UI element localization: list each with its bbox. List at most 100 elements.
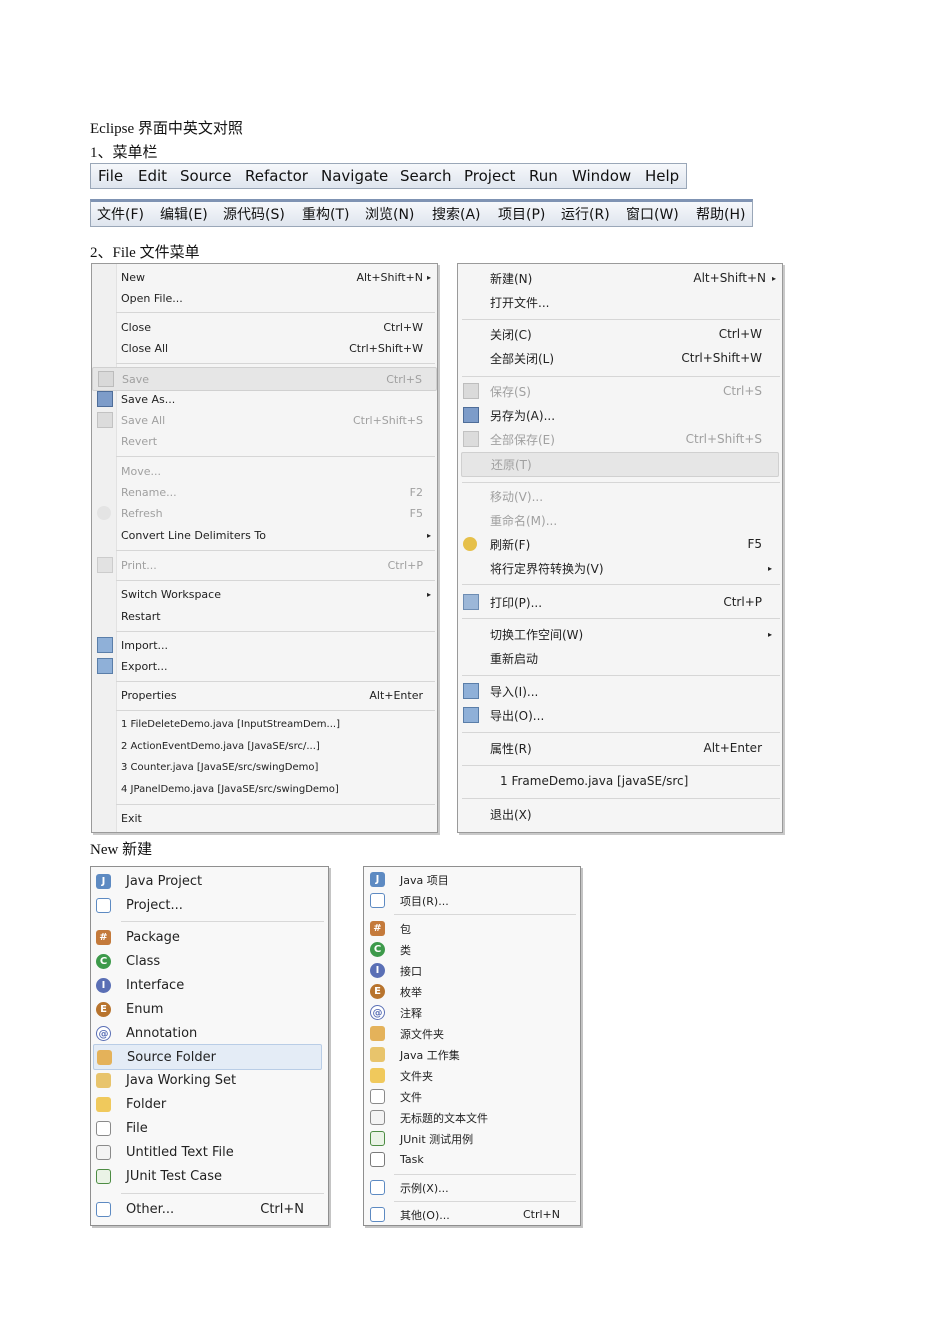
file-recent-1-item-cn[interactable]: 1 FrameDemo.java [javaSE/src]	[458, 769, 782, 793]
file-print-item[interactable]: Print... Ctrl+P	[92, 554, 437, 576]
new-other-item[interactable]: Other... Ctrl+N	[91, 1197, 328, 1221]
junit-icon	[370, 1131, 385, 1146]
file-move-item[interactable]: Move...	[92, 460, 437, 482]
new-project-item-cn[interactable]: 项目(R)...	[364, 890, 580, 911]
menu-file[interactable]: File	[98, 167, 123, 185]
submenu-arrow-icon: ▸	[771, 273, 776, 283]
new-untitled-text-file-item[interactable]: Untitled Text File	[91, 1140, 328, 1164]
file-recent-3-item[interactable]: 3 Counter.java [JavaSE/src/swingDemo]	[92, 756, 437, 778]
new-java-project-item-cn[interactable]: J Java 项目	[364, 869, 580, 890]
file-open-file-item-cn[interactable]: 打开文件...	[458, 290, 782, 314]
file-save-all-item[interactable]: Save All Ctrl+Shift+S	[92, 409, 437, 431]
menu-source[interactable]: Source	[180, 167, 232, 185]
new-file-item-cn[interactable]: 文件	[364, 1086, 580, 1107]
new-enum-item-cn[interactable]: E 枚举	[364, 981, 580, 1002]
file-properties-item-cn[interactable]: 属性(R) Alt+Enter	[458, 736, 782, 760]
menu-search-cn[interactable]: 搜索(A)	[432, 204, 481, 224]
menu-navigate-cn[interactable]: 浏览(N)	[365, 204, 414, 224]
menu-edit-cn[interactable]: 编辑(E)	[160, 204, 208, 224]
file-close-all-item[interactable]: Close All Ctrl+Shift+W	[92, 337, 437, 359]
menu-help-cn[interactable]: 帮助(H)	[696, 204, 745, 224]
file-switch-workspace-item[interactable]: Switch Workspace ▸	[92, 583, 437, 605]
file-save-all-item-cn[interactable]: 全部保存(E) Ctrl+Shift+S	[458, 427, 782, 451]
file-import-item-cn[interactable]: 导入(I)...	[458, 679, 782, 703]
file-print-item-cn[interactable]: 打印(P)... Ctrl+P	[458, 590, 782, 614]
folder-icon	[370, 1068, 385, 1083]
menu-help[interactable]: Help	[645, 167, 679, 185]
file-open-file-item[interactable]: Open File...	[92, 287, 437, 309]
menu-run[interactable]: Run	[529, 167, 558, 185]
new-java-working-set-item[interactable]: Java Working Set	[91, 1068, 328, 1092]
new-task-item-cn[interactable]: Task	[364, 1149, 580, 1170]
menu-navigate[interactable]: Navigate	[321, 167, 388, 185]
new-folder-item-cn[interactable]: 文件夹	[364, 1065, 580, 1086]
file-export-item-cn[interactable]: 导出(O)...	[458, 703, 782, 727]
file-convert-line-delimiters-item[interactable]: Convert Line Delimiters To ▸	[92, 524, 437, 546]
file-rename-item-cn[interactable]: 重命名(M)...	[458, 508, 782, 532]
new-annotation-item-cn[interactable]: @ 注释	[364, 1002, 580, 1023]
file-move-item-cn[interactable]: 移动(V)...	[458, 484, 782, 508]
file-restart-item-cn[interactable]: 重新启动	[458, 646, 782, 670]
new-source-folder-item-cn[interactable]: 源文件夹	[364, 1023, 580, 1044]
file-close-item[interactable]: Close Ctrl+W	[92, 316, 437, 338]
menu-search[interactable]: Search	[400, 167, 452, 185]
new-java-working-set-item-cn[interactable]: Java 工作集	[364, 1044, 580, 1065]
file-export-item[interactable]: Export...	[92, 655, 437, 677]
file-close-item-cn[interactable]: 关闭(C) Ctrl+W	[458, 322, 782, 346]
file-recent-2-item[interactable]: 2 ActionEventDemo.java [JavaSE/src/...]	[92, 735, 437, 757]
file-revert-item[interactable]: Revert	[92, 430, 437, 452]
text-file-icon	[96, 1144, 111, 1160]
submenu-arrow-icon: ▸	[767, 629, 772, 639]
new-source-folder-item[interactable]: Source Folder	[93, 1044, 322, 1070]
file-refresh-item-cn[interactable]: 刷新(F) F5	[458, 532, 782, 556]
file-revert-item-cn[interactable]: 还原(T)	[461, 452, 779, 477]
file-save-as-item[interactable]: Save As...	[92, 388, 437, 410]
file-exit-item[interactable]: Exit	[92, 807, 437, 829]
menu-file-cn[interactable]: 文件(F)	[97, 204, 144, 224]
menu-refactor[interactable]: Refactor	[245, 167, 308, 185]
save-as-icon	[463, 407, 479, 423]
file-save-as-item-cn[interactable]: 另存为(A)...	[458, 403, 782, 427]
file-save-item-cn[interactable]: 保存(S) Ctrl+S	[458, 379, 782, 403]
document-title: Eclipse 界面中英文对照	[90, 121, 243, 137]
file-import-item[interactable]: Import...	[92, 634, 437, 656]
file-recent-4-item[interactable]: 4 JPanelDemo.java [JavaSE/src/swingDemo]	[92, 778, 437, 800]
menu-edit[interactable]: Edit	[138, 167, 167, 185]
new-junit-test-case-item-cn[interactable]: JUnit 测试用例	[364, 1128, 580, 1149]
new-file-item[interactable]: File	[91, 1116, 328, 1140]
new-annotation-item[interactable]: @ Annotation	[91, 1021, 328, 1045]
new-other-item-cn[interactable]: 其他(O)... Ctrl+N	[364, 1204, 580, 1225]
menu-window-cn[interactable]: 窗口(W)	[626, 204, 679, 224]
new-interface-item-cn[interactable]: I 接口	[364, 960, 580, 981]
file-exit-item-cn[interactable]: 退出(X)	[458, 802, 782, 826]
file-new-item-cn[interactable]: 新建(N) Alt+Shift+N ▸	[458, 266, 782, 290]
new-project-item[interactable]: Project...	[91, 893, 328, 917]
menu-source-cn[interactable]: 源代码(S)	[223, 204, 285, 224]
new-class-item-cn[interactable]: C类	[364, 939, 580, 960]
new-class-item[interactable]: C Class	[91, 949, 328, 973]
new-folder-item[interactable]: Folder	[91, 1092, 328, 1116]
new-java-project-item[interactable]: J Java Project	[91, 869, 328, 893]
file-close-all-item-cn[interactable]: 全部关闭(L) Ctrl+Shift+W	[458, 346, 782, 370]
menu-project-cn[interactable]: 项目(P)	[498, 204, 545, 224]
new-package-item-cn[interactable]: # 包	[364, 918, 580, 939]
new-enum-item[interactable]: E Enum	[91, 997, 328, 1021]
new-package-item[interactable]: # Package	[91, 925, 328, 949]
menu-window[interactable]: Window	[572, 167, 631, 185]
new-junit-test-case-item[interactable]: JUnit Test Case	[91, 1164, 328, 1188]
file-recent-1-item[interactable]: 1 FileDeleteDemo.java [InputStreamDem...…	[92, 713, 437, 735]
file-rename-item[interactable]: Rename... F2	[92, 481, 437, 503]
new-interface-item[interactable]: I Interface	[91, 973, 328, 997]
file-convert-line-delimiters-item-cn[interactable]: 将行定界符转换为(V) ▸	[458, 556, 782, 580]
file-restart-item[interactable]: Restart	[92, 605, 437, 627]
text-file-icon	[370, 1110, 385, 1125]
file-properties-item[interactable]: Properties Alt+Enter	[92, 684, 437, 706]
menu-project[interactable]: Project	[464, 167, 515, 185]
menu-run-cn[interactable]: 运行(R)	[561, 204, 610, 224]
new-example-item-cn[interactable]: 示例(X)...	[364, 1177, 580, 1198]
file-refresh-item[interactable]: Refresh F5	[92, 502, 437, 524]
menu-refactor-cn[interactable]: 重构(T)	[302, 204, 349, 224]
file-new-item[interactable]: New Alt+Shift+N ▸	[92, 266, 437, 288]
file-switch-workspace-item-cn[interactable]: 切换工作空间(W) ▸	[458, 622, 782, 646]
new-untitled-text-file-item-cn[interactable]: 无标题的文本文件	[364, 1107, 580, 1128]
